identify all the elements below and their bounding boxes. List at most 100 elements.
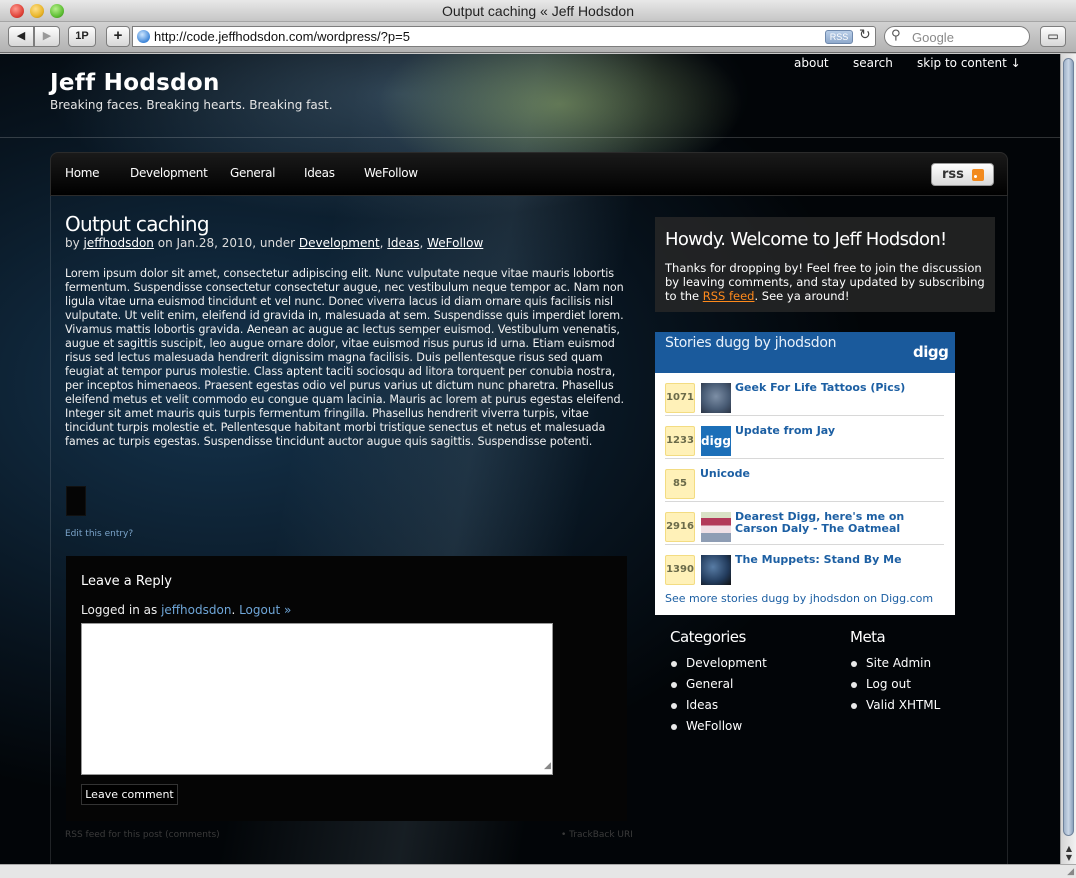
browser-toolbar: ◀ ▶ 1P + http://code.jeffhodsdon.com/wor… [0,22,1076,53]
nav-development[interactable]: Development [130,166,208,180]
search-placeholder[interactable]: Google [912,30,954,45]
category-link-development[interactable]: Development [299,236,380,250]
vertical-scrollbar[interactable]: ▲ ▼ [1060,54,1076,864]
oatmeal-thumbnail[interactable] [701,512,731,542]
welcome-box: Howdy. Welcome to Jeff Hodsdon! Thanks f… [655,217,995,312]
logged-in-status: Logged in as jeffhodsdon. Logout » [81,603,292,617]
welcome-text: Thanks for dropping by! Feel free to joi… [665,261,990,303]
header-divider [0,137,1060,138]
globe-icon [137,30,150,43]
digg-story: 2916 Dearest Digg, here's me on Carson D… [665,502,944,545]
add-bookmark-button[interactable]: + [106,26,130,47]
embedded-object [66,486,86,516]
digg-count[interactable]: 1233 [665,426,695,456]
digg-count[interactable]: 1390 [665,555,695,585]
scroll-up-icon[interactable]: ▲ [1061,844,1076,853]
back-button[interactable]: ◀ [8,26,34,47]
meta-log-out[interactable]: Log out [851,677,911,691]
comments-rss-link[interactable]: RSS feed for this post (comments) [65,830,220,840]
digg-count[interactable]: 85 [665,469,695,499]
url-text[interactable]: http://code.jeffhodsdon.com/wordpress/?p… [154,29,410,44]
nav-home[interactable]: Home [65,166,100,180]
logged-in-user-link[interactable]: jeffhodsdon [161,603,231,617]
leave-comment-button[interactable]: Leave comment [81,784,178,805]
digg-story-link[interactable]: Unicode [700,468,912,480]
post-meta: by jeffhodsdon on Jan.28, 2010, under De… [65,236,484,250]
search-field[interactable]: ⚲ Google [884,26,1030,47]
main-nav: Home Development General Ideas WeFollow … [50,152,1008,196]
forward-button[interactable]: ▶ [34,26,60,47]
logout-link[interactable]: Logout » [239,603,291,617]
nav-general[interactable]: General [230,166,276,180]
digg-more-link[interactable]: See more stories dugg by jhodsdon on Dig… [665,592,933,605]
digg-story: 1071 Geek For Life Tattoos (Pics) [665,373,944,416]
nav-wefollow[interactable]: WeFollow [364,166,418,180]
site-title[interactable]: Jeff Hodsdon [50,70,220,96]
muppets-thumbnail[interactable] [701,555,731,585]
comment-textarea[interactable] [81,623,553,775]
top-link-search[interactable]: search [853,56,893,70]
digg-widget: Stories dugg by jhodsdon digg 1071 Geek … [655,332,955,615]
author-link[interactable]: jeffhodsdon [84,236,154,250]
digg-story-link[interactable]: Update from Jay [735,425,947,437]
sidebar-category-wefollow[interactable]: WeFollow [670,719,742,733]
trackback-link[interactable]: • TrackBack URI [561,830,633,840]
digg-logo[interactable]: digg [913,343,949,361]
meta-valid-xhtml[interactable]: Valid XHTML [850,698,940,712]
category-link-ideas[interactable]: Ideas [387,236,419,250]
digg-story-link[interactable]: The Muppets: Stand By Me [735,554,947,566]
sidebar-category-general[interactable]: General [670,677,733,691]
scrollbar-thumb[interactable] [1063,58,1074,836]
sidebar-category-development[interactable]: Development [671,656,767,670]
digg-count[interactable]: 2916 [665,512,695,542]
back-arrow-icon: ◀ [16,30,26,42]
top-link-skip-to-content[interactable]: skip to content ↓ [917,56,1021,70]
post-title[interactable]: Output caching [65,212,210,236]
digg-story-link[interactable]: Geek For Life Tattoos (Pics) [735,382,947,394]
rss-badge-button[interactable]: RSS [825,30,853,44]
categories-heading: Categories [670,628,746,646]
digg-title[interactable]: Stories dugg by jhodsdon [665,335,836,351]
digg-story: 1233 digg Update from Jay [665,416,944,459]
category-link-wefollow[interactable]: WeFollow [427,236,483,250]
digg-logo-thumbnail[interactable]: digg [701,426,731,456]
meta-heading: Meta [850,628,886,646]
nav-ideas[interactable]: Ideas [304,166,335,180]
forward-arrow-icon: ▶ [42,30,52,42]
meta-site-admin[interactable]: Site Admin [850,656,931,670]
welcome-heading: Howdy. Welcome to Jeff Hodsdon! [665,229,947,250]
top-link-about[interactable]: about [794,56,829,70]
reply-section: Leave a Reply Logged in as jeffhodsdon. … [66,556,627,821]
digg-story-link[interactable]: Dearest Digg, here's me on Carson Daly -… [735,511,947,535]
post-body: Lorem ipsum dolor sit amet, consectetur … [65,267,624,448]
resize-grip-icon[interactable]: ◢ [544,761,626,821]
reload-icon[interactable]: ↻ [859,27,871,43]
sidebar-category-ideas[interactable]: Ideas [670,698,718,712]
window-title: Output caching « Jeff Hodsdon [442,3,634,19]
welcome-text-after: . See ya around! [754,289,850,303]
site-tagline: Breaking faces. Breaking hearts. Breakin… [50,98,333,112]
meta-by: by [65,236,80,250]
scroll-down-icon[interactable]: ▼ [1061,853,1076,862]
bookmarks-icon[interactable]: ▭ [1040,26,1066,47]
digg-header: Stories dugg by jhodsdon digg [655,332,955,373]
logged-in-prefix: Logged in as [81,603,158,617]
digg-story: 1390 The Muppets: Stand By Me [665,545,944,588]
rss-button-label: rss [942,167,964,182]
search-icon: ⚲ [891,28,901,43]
status-bar: ◢ [0,864,1076,878]
welcome-rss-link[interactable]: RSS feed [703,289,755,303]
address-bar[interactable]: http://code.jeffhodsdon.com/wordpress/?p… [132,26,876,47]
onepassword-button[interactable]: 1P [68,26,96,47]
reply-heading: Leave a Reply [81,574,172,589]
edit-entry-link[interactable]: Edit this entry? [65,529,133,539]
window-resize-icon[interactable]: ◢ [1067,867,1074,877]
window-titlebar: Output caching « Jeff Hodsdon [0,0,1076,22]
tattoo-thumbnail[interactable] [701,383,731,413]
digg-story: 85 Unicode [665,459,944,502]
web-page: Jeff Hodsdon Breaking faces. Breaking he… [0,54,1060,864]
digg-count[interactable]: 1071 [665,383,695,413]
rss-button[interactable]: rss [931,163,994,186]
rss-feed-icon [972,169,984,181]
meta-date: on Jan.28, 2010, under [157,236,296,250]
